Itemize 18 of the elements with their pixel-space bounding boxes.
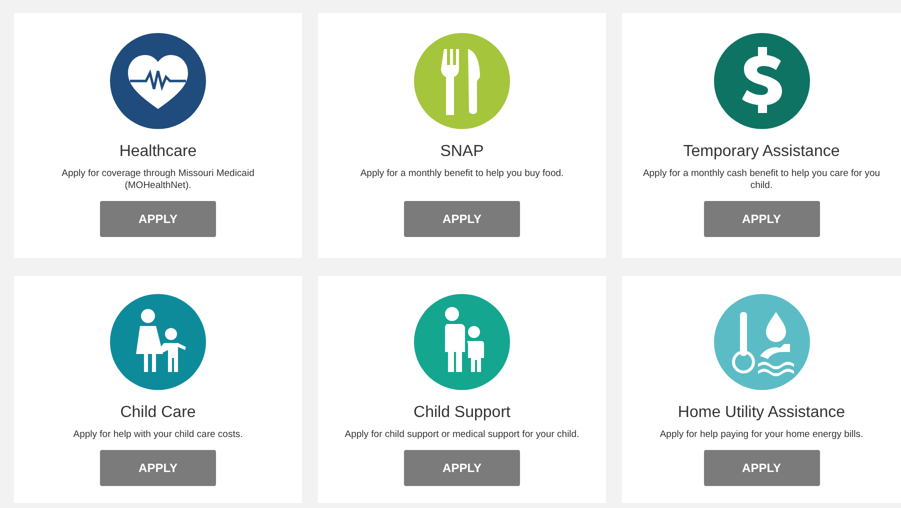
service-description: Apply for coverage through Missouri Medicaid (MOHealthNet). [60,168,256,192]
service-title: Child Support [414,404,510,422]
service-description: Apply for a monthly benefit to help you buy food. [359,168,565,181]
service-description: Apply for a monthly cash benefit to help you care for you child. [642,168,882,192]
apply-button[interactable]: APPLY [404,450,520,486]
apply-button[interactable]: APPLY [704,201,820,237]
service-description: Apply for help paying for your home energy bills. [658,429,864,441]
service-title: Temporary Assistance [683,143,840,161]
service-title: SNAP [440,143,484,161]
service-title: Healthcare [119,143,197,161]
apply-button[interactable]: APPLY [404,201,520,237]
apply-button[interactable]: APPLY [704,450,820,486]
service-description: Apply for child support or medical support for your child. [344,429,580,441]
service-description: Apply for help with your child care costs. [72,429,244,441]
apply-button[interactable]: APPLY [100,201,216,237]
service-title: Home Utility Assistance [678,404,846,422]
apply-button[interactable]: APPLY [100,450,216,486]
service-title: Child Care [120,404,196,422]
